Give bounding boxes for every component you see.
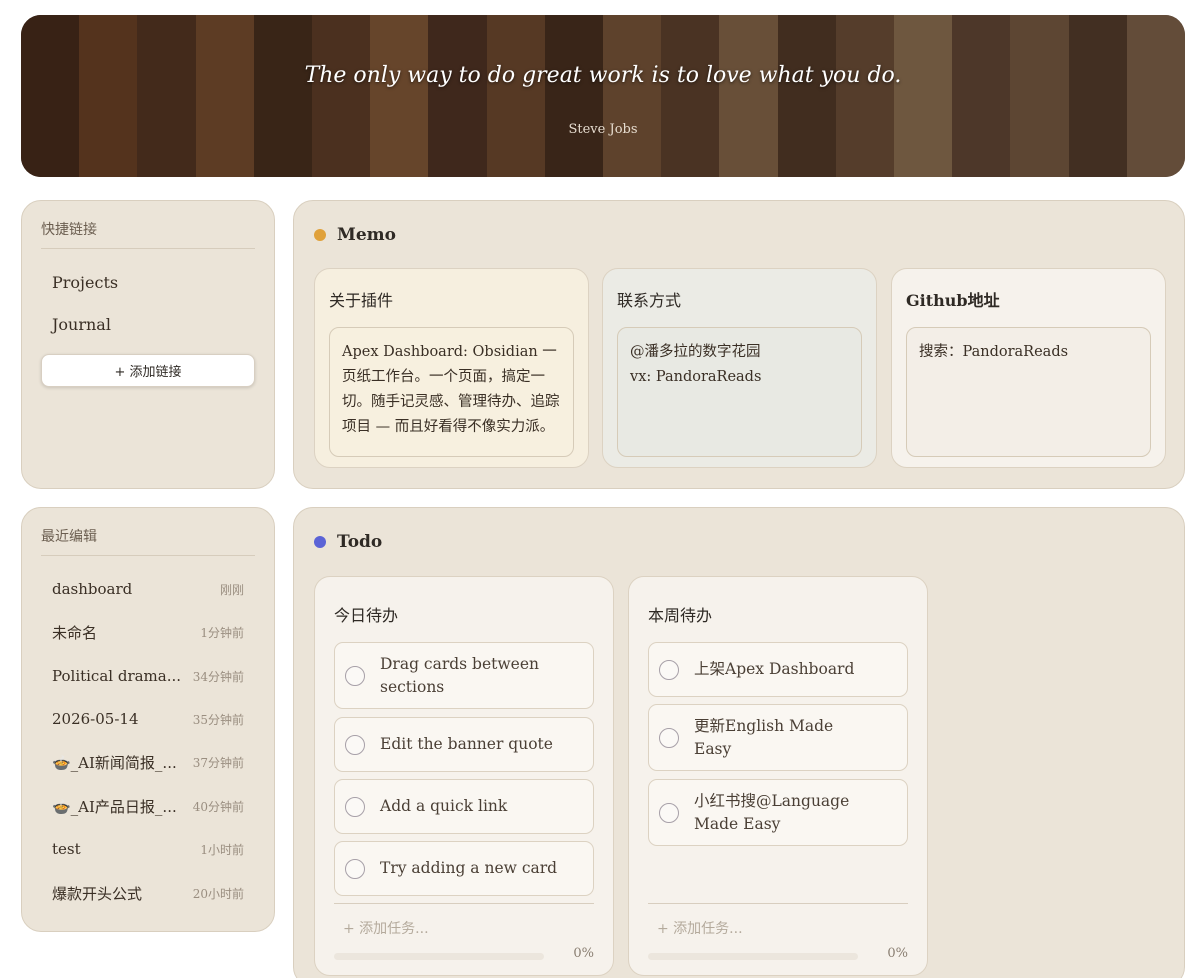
recent-item-time: 1小时前 xyxy=(200,842,244,857)
task-text: 上架Apex Dashboard xyxy=(694,660,855,678)
task-checkbox[interactable] xyxy=(345,665,365,686)
progress-bar xyxy=(334,953,544,960)
memo-panel: Memo 关于插件 Apex Dashboard: Obsidian 一页纸工作… xyxy=(293,200,1185,489)
memo-card-title: Github地址 xyxy=(906,291,1000,310)
column-divider xyxy=(648,903,908,904)
task-checkbox[interactable] xyxy=(345,796,365,817)
add-task-input[interactable]: + 添加任务... xyxy=(343,918,429,938)
memo-card-body[interactable]: Apex Dashboard: Obsidian 一页纸工作台。一个页面，搞定一… xyxy=(329,327,574,457)
memo-card-contact[interactable]: 联系方式 @潘多拉的数字花园 vx: PandoraReads xyxy=(602,268,877,468)
banner-author: Steve Jobs xyxy=(568,122,638,137)
memo-card-plugin[interactable]: 关于插件 Apex Dashboard: Obsidian 一页纸工作台。一个页… xyxy=(314,268,589,468)
todo-title: Todo xyxy=(337,532,383,552)
recent-item-name: 未命名 xyxy=(52,623,98,642)
task-text: 小红书搜@Language Made Easy xyxy=(694,791,850,833)
recent-item-time: 刚刚 xyxy=(219,582,244,597)
memo-dot-icon xyxy=(314,229,326,241)
recent-item-name: dashboard xyxy=(52,580,133,598)
recent-item-name: 🍲_AI产品日报_... xyxy=(52,797,177,816)
quick-link-projects[interactable]: Projects xyxy=(52,273,118,292)
recent-item[interactable]: 🍲_AI新闻简报_... 37分钟前 xyxy=(52,750,244,774)
task-checkbox[interactable] xyxy=(345,734,365,755)
quote-banner: The only way to do great work is to love… xyxy=(21,15,1185,177)
recent-item[interactable]: test 1小时前 xyxy=(52,837,244,861)
quick-link-journal[interactable]: Journal xyxy=(52,315,111,334)
column-divider xyxy=(334,903,594,904)
memo-card-title: 关于插件 xyxy=(329,291,394,310)
recent-item-time: 40分钟前 xyxy=(192,799,244,814)
todo-panel: Todo 今日待办 Drag cards between sections Ed… xyxy=(293,507,1185,978)
memo-card-body[interactable]: @潘多拉的数字花园 vx: PandoraReads xyxy=(617,327,862,457)
recent-item-name: Political drama... xyxy=(52,667,182,685)
add-task-input[interactable]: + 添加任务... xyxy=(657,918,743,938)
task-text: Add a quick link xyxy=(380,797,508,815)
todo-header: Todo xyxy=(314,532,382,552)
todo-column-title: 今日待办 xyxy=(334,606,399,625)
recent-item-name: 2026-05-14 xyxy=(52,710,139,728)
task-card[interactable]: Try adding a new card xyxy=(334,841,594,896)
recent-item-name: test xyxy=(52,840,81,858)
task-card[interactable]: Drag cards between sections xyxy=(334,642,594,709)
task-card[interactable]: 上架Apex Dashboard xyxy=(648,642,908,697)
recent-item-time: 20小时前 xyxy=(192,886,244,901)
memo-card-body[interactable]: 搜索：PandoraReads xyxy=(906,327,1151,457)
task-card[interactable]: 更新English Made Easy xyxy=(648,704,908,771)
task-text: Drag cards between sections xyxy=(380,654,539,696)
recent-item[interactable]: dashboard 刚刚 xyxy=(52,577,244,601)
task-card[interactable]: 小红书搜@Language Made Easy xyxy=(648,779,908,846)
quick-links-panel: 快捷链接 Projects Journal + 添加链接 xyxy=(21,200,275,489)
memo-title: Memo xyxy=(337,225,396,245)
recent-item[interactable]: Political drama... 34分钟前 xyxy=(52,664,244,688)
recent-item[interactable]: 2026-05-14 35分钟前 xyxy=(52,707,244,731)
recent-item[interactable]: 未命名 1分钟前 xyxy=(52,620,244,644)
recent-item-name: 🍲_AI新闻简报_... xyxy=(52,753,177,772)
recent-item[interactable]: 🍲_AI产品日报_... 40分钟前 xyxy=(52,794,244,818)
todo-column-today: 今日待办 Drag cards between sections Edit th… xyxy=(314,576,614,976)
quick-links-title: 快捷链接 xyxy=(41,219,255,249)
task-card[interactable]: Add a quick link xyxy=(334,779,594,834)
recent-item-time: 37分钟前 xyxy=(192,755,244,770)
memo-card-title: 联系方式 xyxy=(617,291,682,310)
task-text: 更新English Made Easy xyxy=(694,716,834,758)
task-checkbox[interactable] xyxy=(659,802,679,823)
todo-column-title: 本周待办 xyxy=(648,606,713,625)
task-checkbox[interactable] xyxy=(659,659,679,680)
progress-label: 0% xyxy=(573,946,594,961)
recent-edits-title: 最近编辑 xyxy=(41,526,255,556)
add-link-button[interactable]: + 添加链接 xyxy=(41,354,255,387)
task-text: Edit the banner quote xyxy=(380,735,553,753)
memo-card-github[interactable]: Github地址 搜索：PandoraReads xyxy=(891,268,1166,468)
task-text: Try adding a new card xyxy=(380,859,558,877)
memo-header: Memo xyxy=(314,225,396,245)
recent-item-name: 爆款开头公式 xyxy=(52,884,143,903)
banner-quote[interactable]: The only way to do great work is to love… xyxy=(21,63,1185,88)
recent-edits-panel: 最近编辑 dashboard 刚刚 未命名 1分钟前 Political dra… xyxy=(21,507,275,932)
task-checkbox[interactable] xyxy=(659,727,679,748)
recent-item-time: 35分钟前 xyxy=(192,712,244,727)
task-checkbox[interactable] xyxy=(345,858,365,879)
recent-item-time: 1分钟前 xyxy=(200,625,244,640)
progress-bar xyxy=(648,953,858,960)
todo-column-week: 本周待办 上架Apex Dashboard 更新English Made Eas… xyxy=(628,576,928,976)
progress-label: 0% xyxy=(887,946,908,961)
task-card[interactable]: Edit the banner quote xyxy=(334,717,594,772)
recent-item-time: 34分钟前 xyxy=(192,669,244,684)
recent-item[interactable]: 爆款开头公式 20小时前 xyxy=(52,881,244,905)
todo-dot-icon xyxy=(314,536,326,548)
